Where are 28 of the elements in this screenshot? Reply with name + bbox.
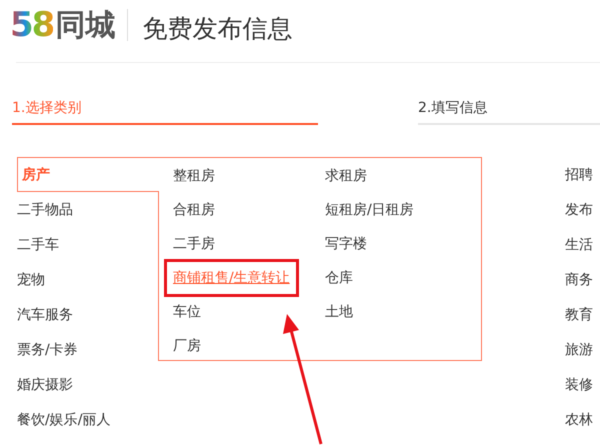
category-item[interactable]: 招聘: [565, 157, 593, 192]
category-item[interactable]: 发布: [565, 192, 593, 227]
category-item[interactable]: 装修: [565, 367, 593, 402]
subcategory-link[interactable]: 仓库: [325, 269, 353, 287]
category-item[interactable]: 生活: [565, 227, 593, 262]
category-item[interactable]: 宠物: [17, 262, 158, 297]
category-item[interactable]: 婚庆摄影: [17, 367, 158, 402]
page-title: 免费发布信息: [142, 12, 292, 44]
subcategory-link[interactable]: 合租房: [173, 201, 215, 219]
category-item[interactable]: 汽车服务: [17, 297, 158, 332]
category-item[interactable]: 餐饮/娱乐/丽人: [17, 402, 158, 437]
category-item[interactable]: 票务/卡券: [17, 332, 158, 367]
step-tab[interactable]: 2.填写信息: [418, 99, 600, 125]
logo-name: 同城: [55, 6, 116, 44]
category-item[interactable]: 农林: [565, 402, 593, 437]
subcategory-link[interactable]: 土地: [325, 303, 353, 321]
category-item[interactable]: 二手车: [17, 227, 158, 262]
subcategory-link[interactable]: 厂房: [173, 337, 201, 355]
category-item[interactable]: 二手物品: [17, 192, 158, 227]
subcategory-link[interactable]: 求租房: [325, 167, 367, 185]
category-item[interactable]: 商务: [565, 262, 593, 297]
category-item[interactable]: 旅游: [565, 332, 593, 367]
subcategory-link[interactable]: 写字楼: [325, 235, 367, 253]
subcategory-link[interactable]: 车位: [173, 303, 201, 321]
category-item[interactable]: 教育: [565, 297, 593, 332]
subcategory-link[interactable]: 短租房/日租房: [325, 201, 414, 219]
subcategory-link[interactable]: 二手房: [173, 235, 215, 253]
subcategory-link[interactable]: 整租房: [173, 167, 215, 185]
